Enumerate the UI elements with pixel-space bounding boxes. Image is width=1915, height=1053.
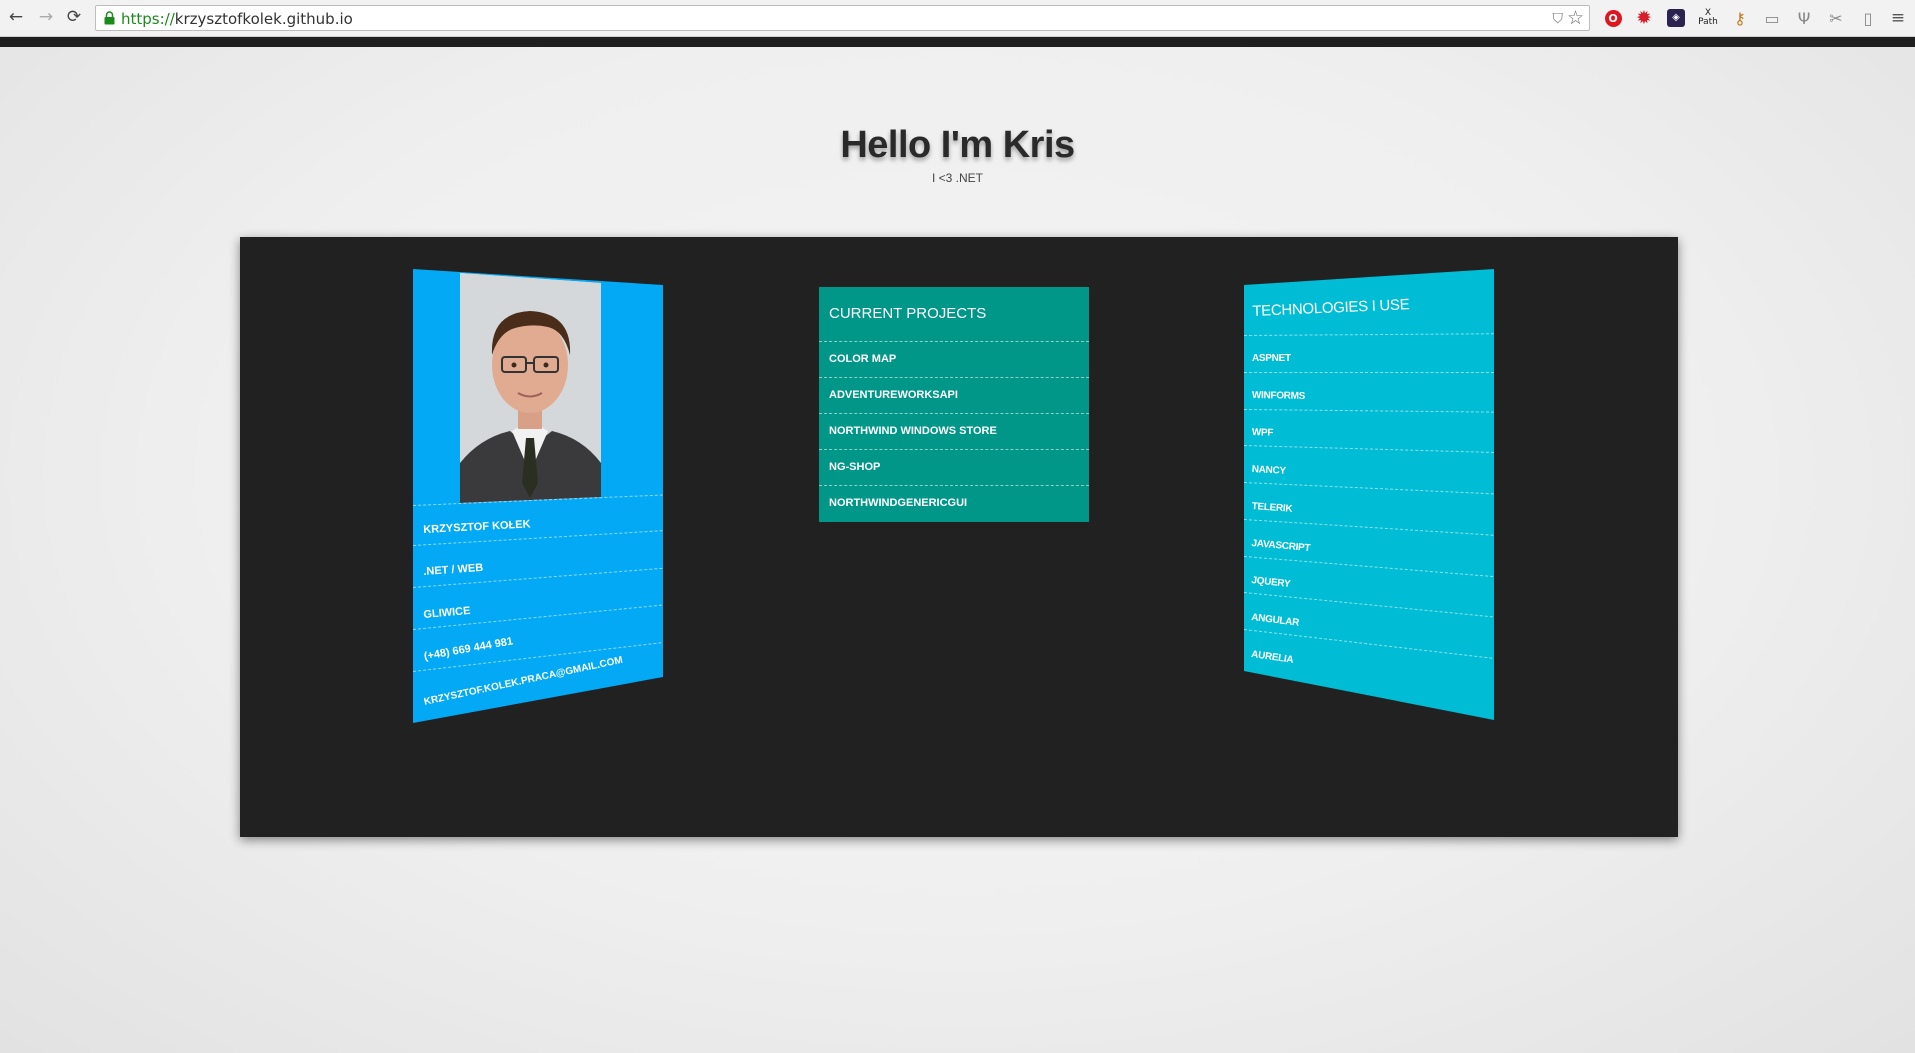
gear-icon[interactable]: ✹ [1634, 7, 1654, 29]
extension-icon[interactable]: ◈ [1666, 8, 1686, 28]
profile-city: GLIWICE [423, 604, 471, 621]
technology-item: AURELIA [1250, 649, 1294, 666]
shield-icon[interactable]: ⛉ [1553, 11, 1564, 27]
project-link[interactable]: COLOR MAP [819, 342, 1089, 378]
lock-icon [104, 11, 115, 25]
url-text: https://krzysztofkolek.github.io [121, 10, 353, 28]
technology-item: TELERIK [1251, 501, 1293, 515]
cards-stage: KRZYSZTOF KOŁEK .NET / WEB GLIWICE (+48)… [240, 237, 1678, 837]
technologies-card: TECHNOLOGIES I USE ASPNET WINFORMS WPF N… [1244, 269, 1494, 720]
technologies-heading: TECHNOLOGIES I USE [1252, 296, 1410, 320]
technology-item: ASPNET [1252, 353, 1291, 364]
address-bar[interactable]: https://krzysztofkolek.github.io ⛉ ☆ [95, 5, 1590, 31]
technology-item: ANGULAR [1250, 612, 1300, 629]
projects-card: CURRENT PROJECTS COLOR MAP ADVENTUREWORK… [819, 287, 1089, 522]
xpath-icon[interactable]: X Path [1698, 8, 1718, 28]
profile-phone: (+48) 669 444 981 [423, 635, 514, 663]
technology-item: WPF [1251, 427, 1274, 439]
forward-icon[interactable]: → [35, 6, 57, 28]
key-icon[interactable]: ⚷ [1730, 8, 1750, 28]
profile-name: KRZYSZTOF KOŁEK [423, 518, 531, 536]
profile-photo [460, 273, 601, 503]
technology-item: WINFORMS [1251, 390, 1306, 402]
technology-item: JQUERY [1250, 575, 1291, 591]
project-link[interactable]: NG-SHOP [819, 450, 1089, 486]
browser-toolbar: ← → ⟳ https://krzysztofkolek.github.io ⛉… [0, 0, 1915, 37]
tuning-fork-icon[interactable]: Ψ [1794, 8, 1814, 28]
menu-icon[interactable]: ≡ [1888, 8, 1908, 28]
profile-role: .NET / WEB [423, 561, 484, 578]
bookmark-star-icon[interactable]: ☆ [1567, 7, 1584, 29]
page-subtitle: I <3 .NET [931, 171, 984, 185]
profile-email[interactable]: KRZYSZTOF.KOLEK.PRACA@GMAIL.COM [423, 655, 624, 708]
cast-icon[interactable]: ▭ [1762, 8, 1782, 28]
projects-heading: CURRENT PROJECTS [819, 287, 1089, 342]
profile-card: KRZYSZTOF KOŁEK .NET / WEB GLIWICE (+48)… [413, 269, 663, 723]
opera-icon[interactable]: O [1603, 8, 1623, 28]
reload-icon[interactable]: ⟳ [63, 6, 85, 28]
page-title: Hello I'm Kris [840, 124, 1075, 166]
project-link[interactable]: ADVENTUREWORKSAPI [819, 378, 1089, 414]
back-icon[interactable]: ← [5, 6, 27, 28]
page-icon[interactable]: ▯ [1858, 8, 1878, 28]
technology-item: JAVASCRIPT [1251, 538, 1311, 555]
technology-item: NANCY [1251, 464, 1287, 477]
site-top-bar [0, 37, 1915, 47]
scissors-icon[interactable]: ✂ [1826, 8, 1846, 28]
project-link[interactable]: NORTHWINDGENERICGUI [819, 486, 1089, 522]
project-link[interactable]: NORTHWIND WINDOWS STORE [819, 414, 1089, 450]
